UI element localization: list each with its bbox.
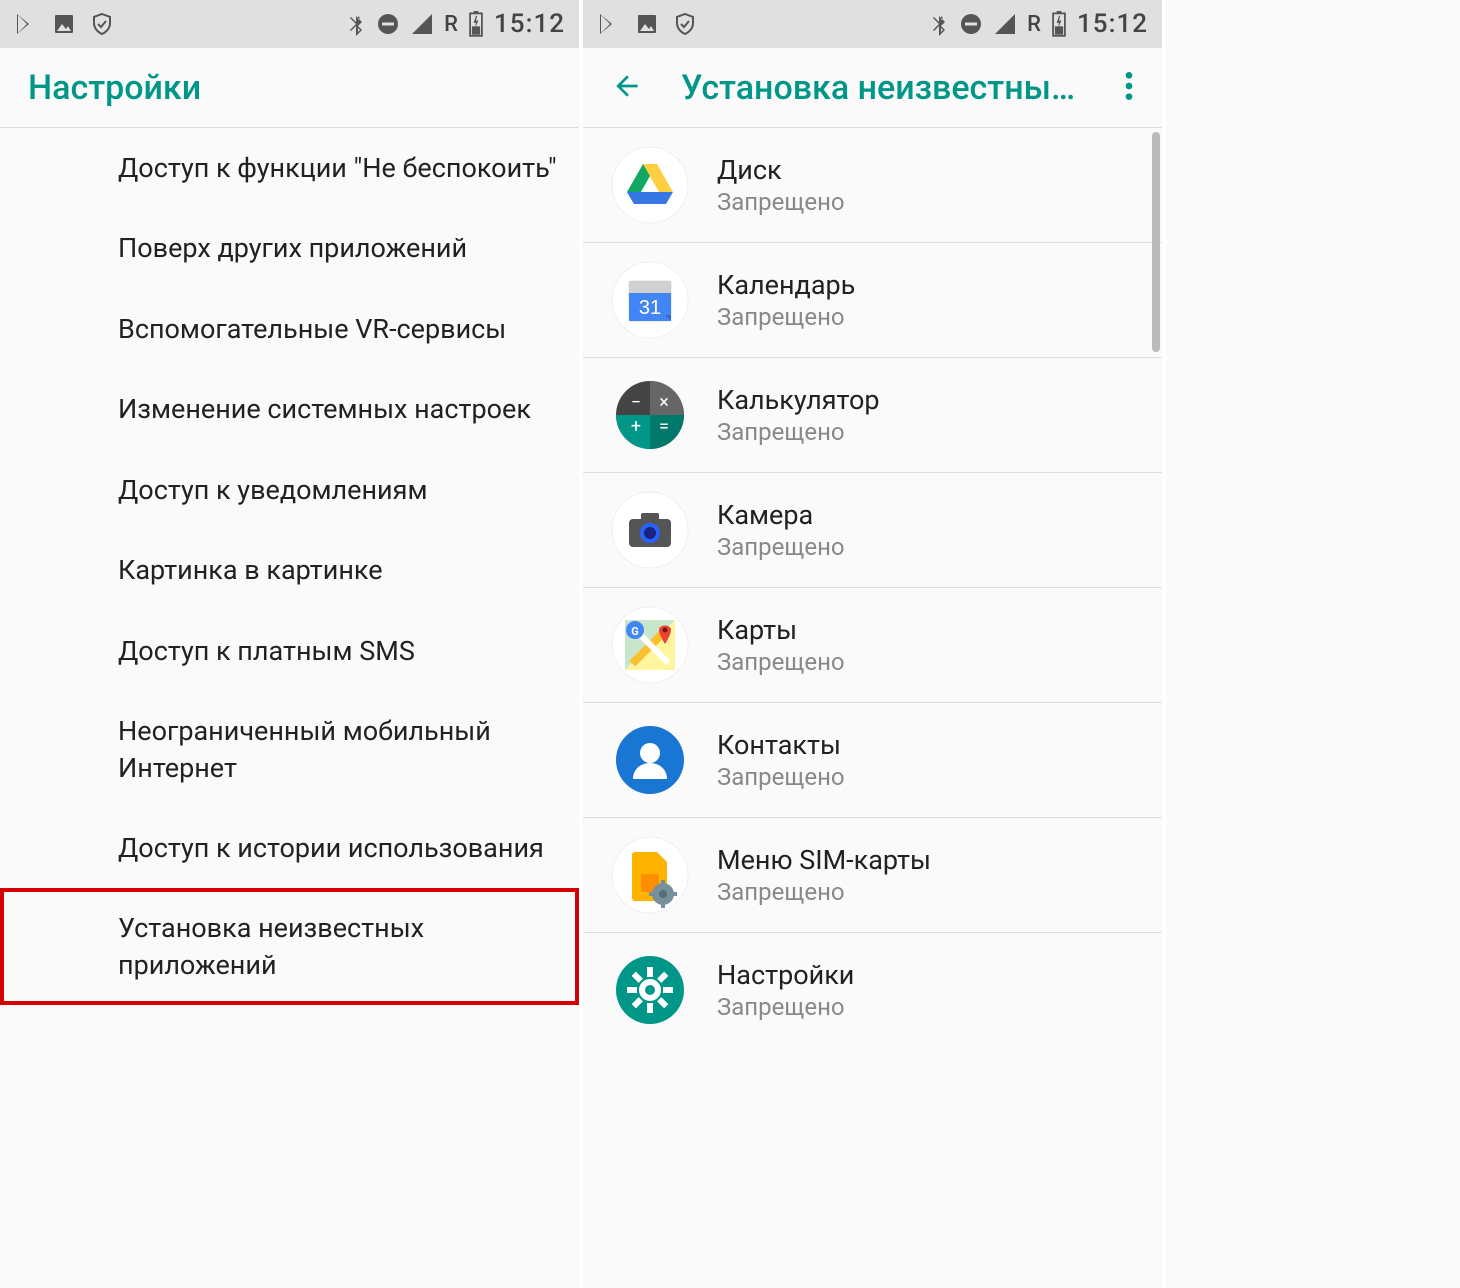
app-name-label: Меню SIM-карты bbox=[717, 844, 931, 876]
setting-unrestricted-data[interactable]: Неограниченный мобильный Интернет bbox=[0, 691, 579, 808]
setting-picture-in-picture[interactable]: Картинка в картинке bbox=[0, 530, 579, 610]
status-bar: R 15:12 bbox=[583, 0, 1162, 48]
svg-text:+: + bbox=[631, 416, 641, 437]
app-item-text: Контакты Запрещено bbox=[717, 729, 845, 791]
play-store-icon bbox=[597, 12, 621, 36]
app-item-calculator[interactable]: −× + = Калькулятор Запрещено bbox=[583, 358, 1162, 473]
app-item-settings[interactable]: Настройки Запрещено bbox=[583, 933, 1162, 1047]
gallery-icon bbox=[52, 12, 76, 36]
app-name-label: Календарь bbox=[717, 269, 855, 301]
svg-text:G: G bbox=[631, 625, 639, 638]
app-item-contacts[interactable]: Контакты Запрещено bbox=[583, 703, 1162, 818]
calculator-icon: −× + = bbox=[611, 376, 689, 454]
status-left-icons bbox=[14, 12, 114, 36]
settings-list: Доступ к функции "Не беспокоить" Поверх … bbox=[0, 128, 579, 1005]
app-status-label: Запрещено bbox=[717, 188, 845, 216]
app-name-label: Калькулятор bbox=[717, 384, 880, 416]
svg-text:31: 31 bbox=[639, 297, 661, 319]
network-type-label: R bbox=[1027, 12, 1041, 37]
gallery-icon bbox=[635, 12, 659, 36]
setting-usage-access[interactable]: Доступ к истории использования bbox=[0, 808, 579, 888]
status-right-icons: R 15:12 bbox=[929, 9, 1148, 39]
app-bar: Настройки bbox=[0, 48, 579, 128]
app-status-label: Запрещено bbox=[717, 533, 845, 561]
phone-right: R 15:12 Установка неизвестны… Диск Запре… bbox=[583, 0, 1166, 1288]
app-item-calendar[interactable]: 31 Календарь Запрещено bbox=[583, 243, 1162, 358]
app-status-label: Запрещено bbox=[717, 303, 855, 331]
signal-icon bbox=[410, 12, 434, 36]
setting-modify-system-settings[interactable]: Изменение системных настроек bbox=[0, 369, 579, 449]
app-item-text: Меню SIM-карты Запрещено bbox=[717, 844, 931, 906]
setting-do-not-disturb-access[interactable]: Доступ к функции "Не беспокоить" bbox=[0, 128, 579, 208]
app-name-label: Камера bbox=[717, 499, 845, 531]
drive-icon bbox=[611, 146, 689, 224]
app-status-label: Запрещено bbox=[717, 418, 880, 446]
scrollbar-thumb[interactable] bbox=[1152, 132, 1160, 352]
svg-text:−: − bbox=[631, 392, 641, 413]
app-status-label: Запрещено bbox=[717, 878, 931, 906]
app-name-label: Настройки bbox=[717, 959, 854, 991]
app-item-text: Камера Запрещено bbox=[717, 499, 845, 561]
network-type-label: R bbox=[444, 12, 458, 37]
app-list: Диск Запрещено 31 Календарь Запрещено −×… bbox=[583, 128, 1162, 1047]
app-item-text: Калькулятор Запрещено bbox=[717, 384, 880, 446]
app-name-label: Карты bbox=[717, 614, 845, 646]
app-name-label: Контакты bbox=[717, 729, 845, 761]
page-title: Установка неизвестны… bbox=[681, 68, 1086, 108]
app-item-camera[interactable]: Камера Запрещено bbox=[583, 473, 1162, 588]
settings-icon bbox=[611, 951, 689, 1029]
maps-icon: G bbox=[611, 606, 689, 684]
status-right-icons: R 15:12 bbox=[346, 9, 565, 39]
status-left-icons bbox=[597, 12, 697, 36]
overflow-menu-button[interactable] bbox=[1124, 70, 1134, 106]
app-item-text: Диск Запрещено bbox=[717, 154, 845, 216]
app-item-sim-menu[interactable]: Меню SIM-карты Запрещено bbox=[583, 818, 1162, 933]
app-item-text: Настройки Запрещено bbox=[717, 959, 854, 1021]
setting-premium-sms-access[interactable]: Доступ к платным SMS bbox=[0, 611, 579, 691]
setting-notification-access[interactable]: Доступ к уведомлениям bbox=[0, 450, 579, 530]
app-status-label: Запрещено bbox=[717, 993, 854, 1021]
setting-draw-over-apps[interactable]: Поверх других приложений bbox=[0, 208, 579, 288]
battery-icon bbox=[1051, 11, 1067, 37]
signal-icon bbox=[993, 12, 1017, 36]
app-item-text: Календарь Запрещено bbox=[717, 269, 855, 331]
play-store-icon bbox=[14, 12, 38, 36]
app-bar: Установка неизвестны… bbox=[583, 48, 1162, 128]
svg-text:×: × bbox=[659, 392, 669, 413]
app-status-label: Запрещено bbox=[717, 763, 845, 791]
status-bar: R 15:12 bbox=[0, 0, 579, 48]
sim-icon bbox=[611, 836, 689, 914]
status-clock: 15:12 bbox=[494, 9, 565, 39]
camera-icon bbox=[611, 491, 689, 569]
app-status-label: Запрещено bbox=[717, 648, 845, 676]
bluetooth-icon bbox=[346, 12, 366, 36]
do-not-disturb-icon bbox=[959, 12, 983, 36]
app-item-drive[interactable]: Диск Запрещено bbox=[583, 128, 1162, 243]
setting-install-unknown-apps[interactable]: Установка неизвестных приложений bbox=[0, 888, 579, 1005]
status-clock: 15:12 bbox=[1077, 9, 1148, 39]
phone-left: R 15:12 Настройки Доступ к функции "Не б… bbox=[0, 0, 583, 1288]
bluetooth-icon bbox=[929, 12, 949, 36]
app-name-label: Диск bbox=[717, 154, 845, 186]
svg-text:=: = bbox=[659, 416, 669, 437]
page-title: Настройки bbox=[28, 68, 551, 108]
back-button[interactable] bbox=[611, 70, 643, 106]
shield-check-icon bbox=[673, 12, 697, 36]
calendar-icon: 31 bbox=[611, 261, 689, 339]
app-item-text: Карты Запрещено bbox=[717, 614, 845, 676]
setting-vr-helper-services[interactable]: Вспомогательные VR-сервисы bbox=[0, 289, 579, 369]
shield-check-icon bbox=[90, 12, 114, 36]
do-not-disturb-icon bbox=[376, 12, 400, 36]
app-item-maps[interactable]: G Карты Запрещено bbox=[583, 588, 1162, 703]
battery-icon bbox=[468, 11, 484, 37]
contacts-icon bbox=[611, 721, 689, 799]
